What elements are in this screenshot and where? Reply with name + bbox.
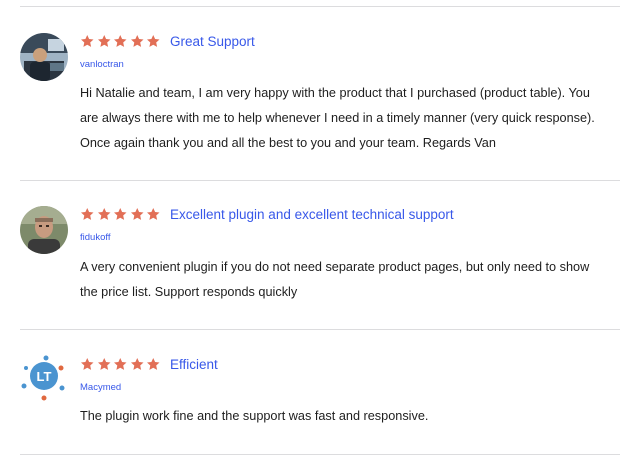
- user-photo-icon: [20, 33, 68, 81]
- divider: [20, 329, 620, 330]
- user-photo-icon: [20, 206, 68, 254]
- star-icon: [81, 208, 94, 220]
- rating-stars: [80, 207, 161, 225]
- divider: [20, 6, 620, 7]
- review-text: A very convenient plugin if you do not n…: [80, 260, 590, 299]
- rating-stars: [80, 34, 161, 52]
- rating-stars: [80, 357, 161, 375]
- star-icon: [81, 358, 94, 370]
- review-title[interactable]: Excellent plugin and excellent technical…: [170, 207, 454, 222]
- star-icon: [114, 208, 127, 220]
- avatar[interactable]: LT: [20, 354, 68, 402]
- avatar-logo-text: LT: [37, 369, 52, 384]
- avatar[interactable]: [20, 206, 68, 254]
- review-author[interactable]: vanloctran: [80, 59, 124, 70]
- star-icon: [130, 208, 143, 220]
- star-icon: [97, 208, 110, 220]
- divider: [20, 180, 620, 181]
- star-icon: [147, 35, 160, 47]
- star-icon: [130, 35, 143, 47]
- review-title[interactable]: Efficient: [170, 357, 218, 372]
- lt-logo-icon: LT: [21, 355, 65, 401]
- star-icon: [147, 208, 160, 220]
- star-icon: [81, 35, 94, 47]
- star-icon: [114, 35, 127, 47]
- avatar[interactable]: [20, 33, 68, 81]
- star-icon: [147, 358, 160, 370]
- divider: [20, 454, 620, 455]
- review-author[interactable]: fidukoff: [80, 232, 110, 243]
- review-text: The plugin work fine and the support was…: [80, 409, 429, 423]
- star-icon: [97, 358, 110, 370]
- reviews-list: Great Support vanloctran Hi Natalie and …: [0, 0, 620, 461]
- review-author[interactable]: Macymed: [80, 382, 121, 393]
- review-text: Hi Natalie and team, I am very happy wit…: [80, 86, 595, 150]
- star-icon: [114, 358, 127, 370]
- star-icon: [130, 358, 143, 370]
- star-icon: [97, 35, 110, 47]
- review-title[interactable]: Great Support: [170, 34, 255, 49]
